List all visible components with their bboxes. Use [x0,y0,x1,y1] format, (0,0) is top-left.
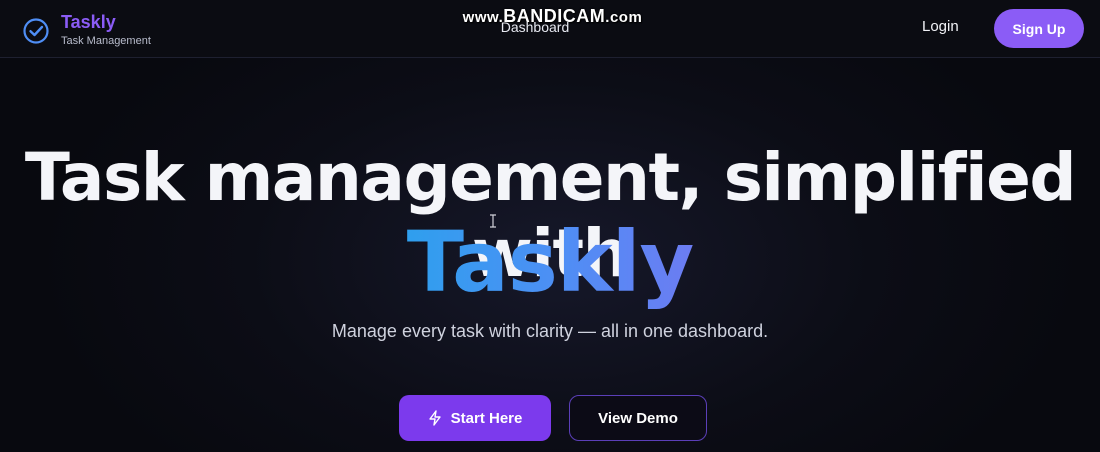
start-here-label: Start Here [450,409,523,427]
start-here-button[interactable]: Start Here [399,395,551,441]
brand-tagline: Task Management [61,35,151,47]
signup-button[interactable]: Sign Up [994,9,1084,48]
hero-brand-text: Taskly [406,213,695,311]
view-demo-button[interactable]: View Demo [569,395,707,441]
login-button[interactable]: Login [922,18,959,35]
lightning-bolt-icon [428,410,441,426]
hero-brand-word: Taskly [0,214,1100,310]
brand-logo[interactable]: Taskly Task Management [22,12,151,49]
brand-name: Taskly [61,12,116,32]
nav-link-dashboard[interactable]: Dashboard [480,19,590,35]
watermark-suffix: .com [605,9,643,26]
brand-text: Taskly Task Management [61,12,151,49]
hero-subtitle: Manage every task with clarity — all in … [331,321,769,341]
text-cursor-icon [490,214,496,228]
navbar: Taskly Task Management www.BANDICAM.com … [0,0,1100,58]
check-circle-icon [23,17,49,44]
